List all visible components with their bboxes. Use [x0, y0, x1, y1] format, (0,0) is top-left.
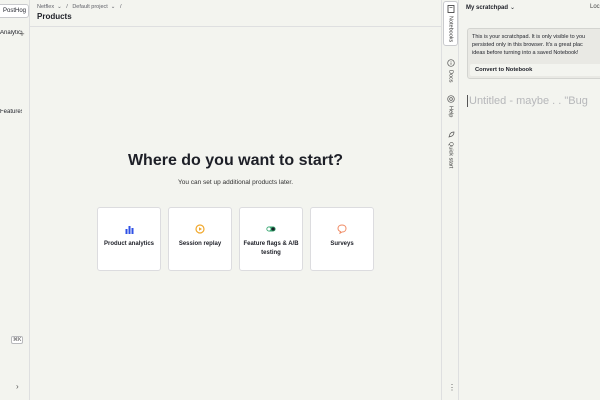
breadcrumb: Netflex ⌄ / Default project ⌄ / [37, 4, 124, 10]
tab-label: Docs [447, 70, 454, 83]
product-card-feature-flags[interactable]: Feature flags & A/B testing [239, 207, 303, 271]
notebook-title: My scratchpad [466, 5, 509, 11]
rocket-icon [447, 131, 454, 138]
breadcrumb-separator: / [119, 4, 122, 10]
text-caret [467, 95, 468, 108]
info-line: This is your scratchpad. It is only visi… [472, 34, 586, 40]
header-divider [30, 26, 441, 27]
product-card-label: Surveys [330, 241, 354, 247]
onboarding-heading: Where do you want to start? [127, 152, 344, 169]
side-panel-rail: Notebooks Docs Help Quick start ⋮ [441, 0, 459, 400]
toggle-icon [266, 224, 276, 234]
tab-help[interactable]: Help [443, 92, 458, 120]
tab-label: Quick start [447, 142, 454, 169]
tab-label: Notebooks [447, 16, 454, 43]
product-card-session-replay[interactable]: Session replay [168, 207, 232, 271]
page-title: Products [37, 12, 72, 21]
info-icon [446, 59, 455, 67]
notebook-title-placeholder: Untitled - maybe . . "Bug [469, 95, 588, 107]
onboarding-subheading: You can set up additional products later… [177, 179, 294, 186]
play-circle-icon [195, 224, 205, 234]
convert-to-notebook-button[interactable]: Convert to Notebook [470, 64, 600, 76]
product-card-surveys[interactable]: Surveys [310, 207, 374, 271]
chevron-down-icon: ⌄ [510, 5, 516, 11]
product-card-label: Product analytics [103, 241, 154, 247]
speech-bubble-icon [337, 224, 347, 234]
more-icon[interactable]: ⋮ [448, 383, 456, 392]
product-cards: Product analytics Session replay Feature… [97, 207, 374, 271]
chevron-down-icon[interactable]: ⌄ [57, 4, 62, 10]
info-line: ideas before turning into a saved Notebo… [472, 50, 579, 56]
main-content: Netflex ⌄ / Default project ⌄ / Products W… [30, 0, 441, 400]
tab-docs[interactable]: Docs [443, 56, 458, 86]
product-card-analytics[interactable]: Product analytics [97, 207, 161, 271]
command-shortcut-badge[interactable]: ⌘K [11, 336, 24, 344]
tab-notebooks[interactable]: Notebooks [443, 1, 458, 47]
notebook-location-button[interactable]: Loc [590, 4, 600, 10]
notebook-panel: My scratchpad ⌄ Loc This is your scratchp… [459, 0, 600, 400]
breadcrumb-separator: / [66, 4, 68, 10]
bar-chart-icon [124, 224, 134, 234]
tab-quick-start[interactable]: Quick start [443, 128, 458, 171]
product-card-label: Feature flags & A/B testing [243, 241, 299, 256]
breadcrumb-project[interactable]: Default project [72, 4, 107, 10]
tab-label: Help [447, 106, 454, 118]
notebook-title-input[interactable]: Untitled - maybe . . "Bug [467, 95, 588, 108]
chevron-right-icon[interactable]: › [16, 382, 19, 391]
product-card-label: Session replay [178, 241, 222, 247]
left-sidebar: PostHog Analytics + Features ⌘K › [0, 0, 30, 400]
breadcrumb-org[interactable]: Netflex [37, 4, 54, 10]
info-line: persisted only in this browser. It's a g… [472, 42, 583, 48]
sidebar-item-features[interactable]: Features [0, 109, 22, 115]
notebook-title-dropdown[interactable]: My scratchpad ⌄ [466, 4, 515, 11]
chevron-down-icon[interactable]: ⌄ [111, 4, 116, 10]
project-switcher-button[interactable]: PostHog [0, 4, 29, 18]
plus-icon[interactable]: + [18, 29, 26, 39]
notebook-icon [447, 5, 454, 13]
help-icon [446, 95, 455, 103]
